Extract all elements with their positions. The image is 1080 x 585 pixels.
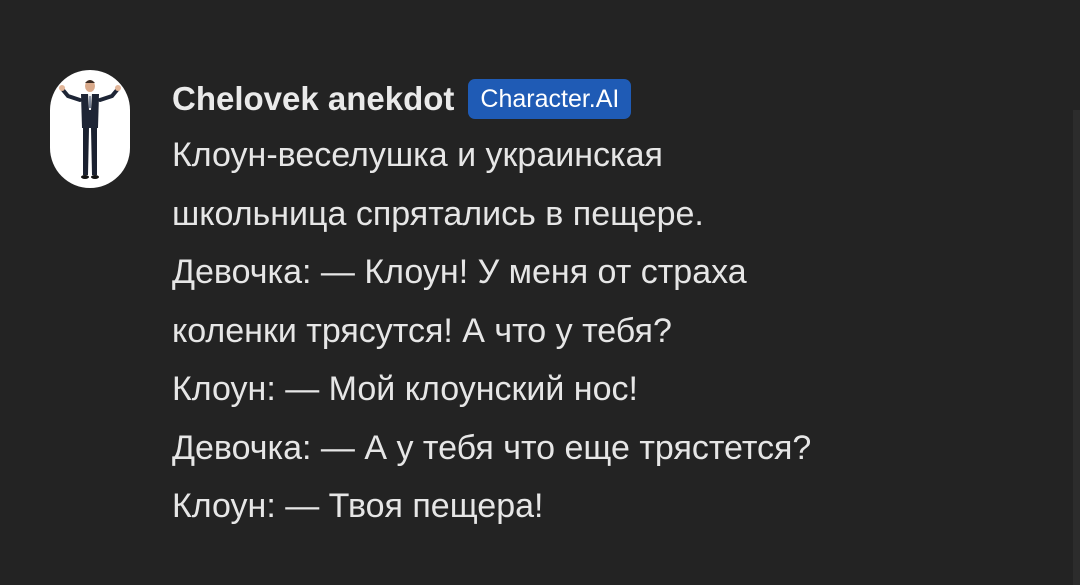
avatar[interactable]: [50, 70, 130, 188]
message-line: Клоун: — Твоя пещера!: [172, 487, 544, 525]
message-line: Клоун: — Мой клоунский нос!: [172, 370, 638, 408]
message-header: Chelovek anekdot Character.AI: [172, 74, 1032, 124]
author-name[interactable]: Chelovek anekdot: [172, 80, 454, 118]
message-line: коленки трясутся! А что у тебя?: [172, 311, 672, 350]
message-line: Девочка: — Клоун! У меня от страха: [172, 253, 747, 291]
message-content: Chelovek anekdot Character.AI Клоун-весе…: [172, 74, 1032, 536]
scrollbar-track[interactable]: [1073, 110, 1080, 585]
chat-message: Chelovek anekdot Character.AI Клоун-весе…: [0, 0, 1080, 585]
message-text: Клоун-веселушка и украинская школьница с…: [172, 126, 1032, 536]
man-in-suit-avatar-icon: [59, 80, 121, 179]
message-line: школьница спрятались в пещере.: [172, 194, 704, 233]
message-line: Клоун-веселушка и украинская: [172, 136, 663, 174]
character-ai-badge: Character.AI: [468, 79, 632, 119]
message-line: Девочка: — А у тебя что еще трястется?: [172, 428, 812, 467]
